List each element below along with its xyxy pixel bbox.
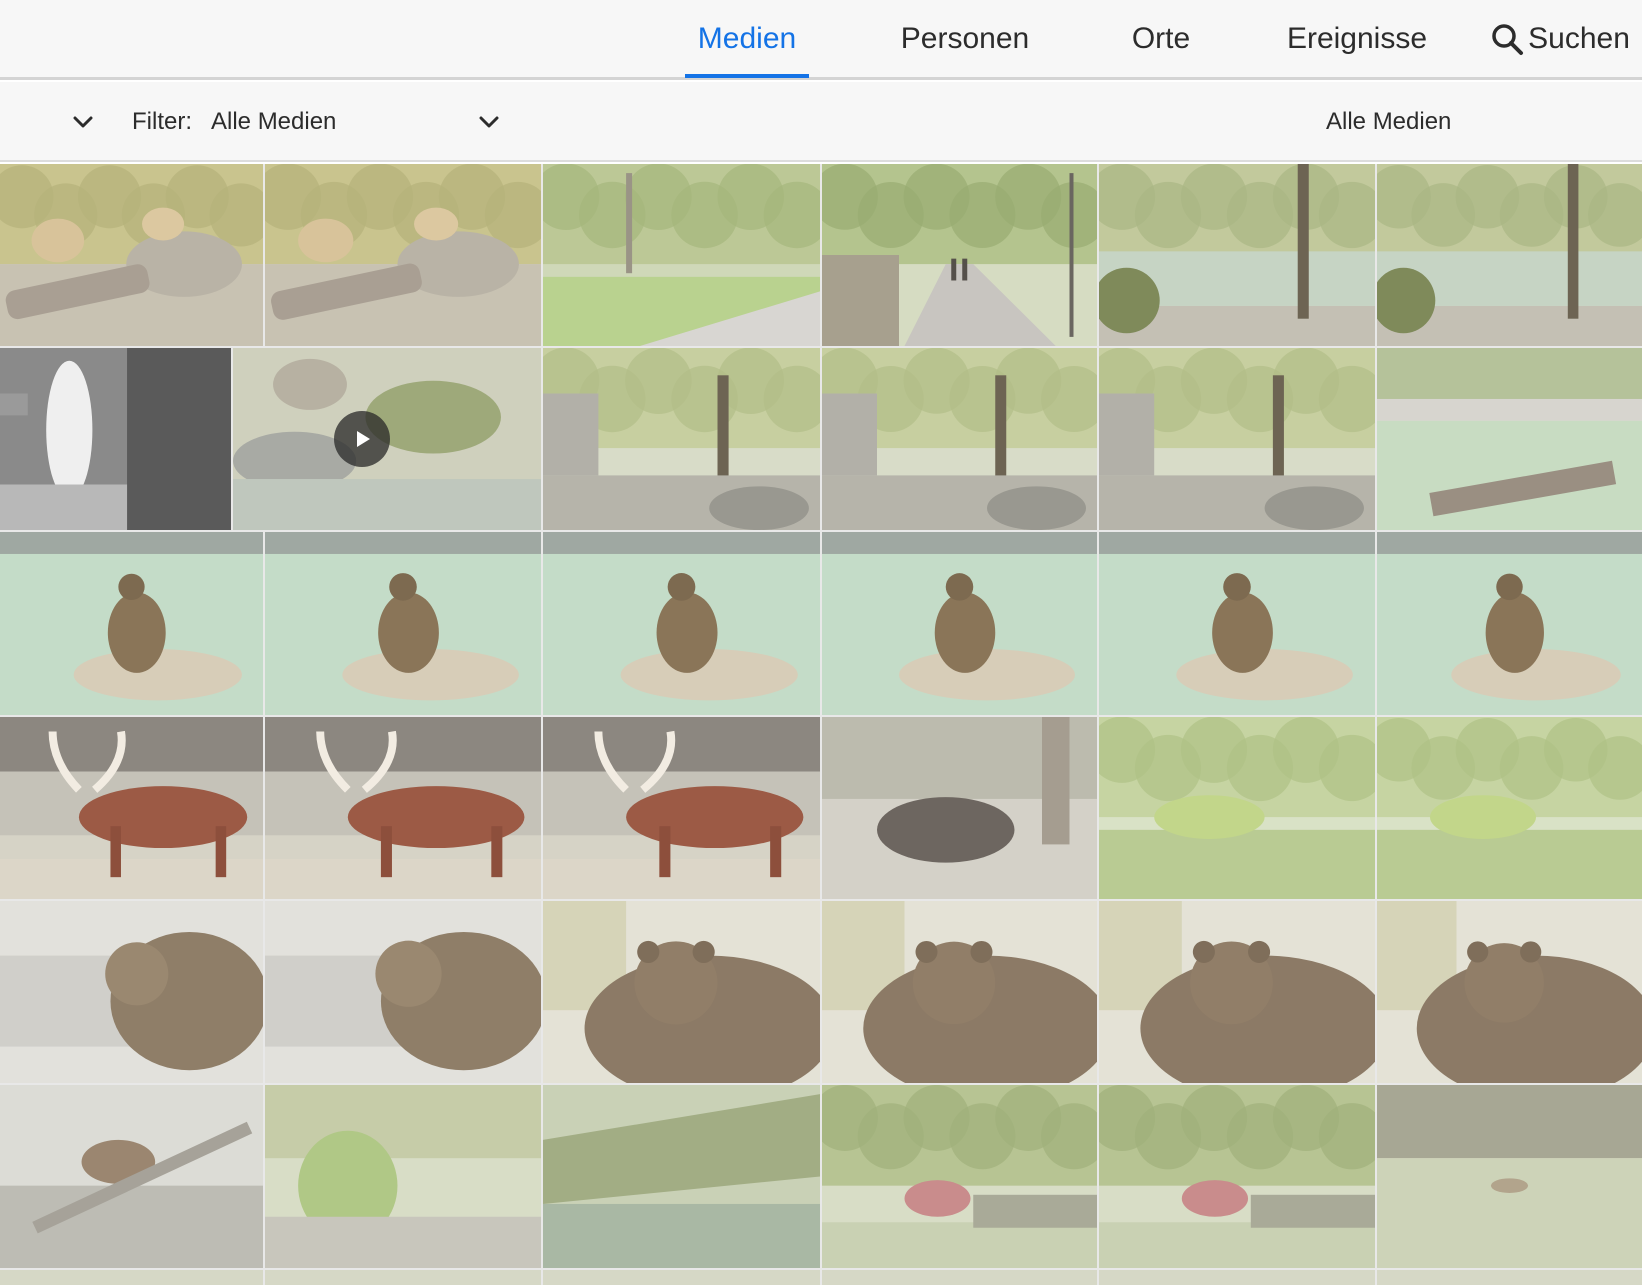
top-navigation: Medien Personen Orte Ereignisse Suchen <box>0 0 1642 80</box>
media-thumbnail[interactable] <box>1377 532 1642 715</box>
media-thumbnail[interactable] <box>822 901 1097 1083</box>
media-thumbnail[interactable] <box>543 1085 820 1268</box>
media-thumbnail[interactable] <box>1099 164 1375 346</box>
media-thumbnail[interactable] <box>0 348 231 530</box>
tab-orte[interactable]: Orte <box>1115 0 1207 78</box>
media-thumbnail[interactable] <box>1099 901 1375 1083</box>
media-thumbnail[interactable] <box>822 348 1097 530</box>
tab-ereignisse[interactable]: Ereignisse <box>1277 0 1437 78</box>
tab-suchen[interactable]: Suchen <box>1485 0 1635 78</box>
media-thumbnail[interactable] <box>1377 717 1642 899</box>
chevron-down-icon[interactable] <box>67 106 99 138</box>
filter-dropdown-value[interactable]: Alle Medien <box>211 108 336 136</box>
media-thumbnail[interactable] <box>1377 348 1642 530</box>
media-thumbnail[interactable] <box>1377 1085 1642 1268</box>
play-icon[interactable] <box>334 411 391 467</box>
media-thumbnail[interactable] <box>822 164 1097 346</box>
media-thumbnail[interactable] <box>543 348 820 530</box>
media-thumbnail[interactable] <box>1377 164 1642 346</box>
media-thumbnail[interactable] <box>1377 1270 1642 1285</box>
active-tab-indicator <box>685 74 809 78</box>
media-thumbnail[interactable] <box>0 717 263 899</box>
media-thumbnail[interactable] <box>822 717 1097 899</box>
filter-label: Filter: <box>132 108 192 135</box>
media-thumbnail[interactable] <box>265 717 541 899</box>
media-thumbnail[interactable] <box>265 1270 541 1285</box>
tab-label: Suchen <box>1528 22 1630 55</box>
current-filter-label: Alle Medien <box>1326 108 1452 135</box>
tab-label: Orte <box>1131 22 1191 55</box>
search-icon <box>1492 24 1524 55</box>
tab-label: Personen <box>900 22 1030 55</box>
media-thumbnail[interactable] <box>265 532 541 715</box>
media-thumbnail[interactable] <box>0 1270 263 1285</box>
media-thumbnail[interactable] <box>265 164 541 346</box>
media-thumbnail[interactable] <box>265 901 541 1083</box>
media-thumbnail[interactable] <box>822 1085 1097 1268</box>
media-thumbnail[interactable] <box>543 717 820 899</box>
media-thumbnail[interactable] <box>0 164 263 346</box>
chevron-down-icon[interactable] <box>473 106 505 138</box>
media-thumbnail[interactable] <box>822 532 1097 715</box>
media-thumbnail[interactable] <box>543 901 820 1083</box>
tab-medien[interactable]: Medien <box>685 0 809 78</box>
media-thumbnail[interactable] <box>1099 717 1375 899</box>
tab-label: Ereignisse <box>1286 22 1428 55</box>
media-thumbnail[interactable] <box>1099 348 1375 530</box>
media-thumbnail[interactable] <box>822 1270 1097 1285</box>
media-thumbnail[interactable] <box>1099 1085 1375 1268</box>
media-thumbnail[interactable] <box>0 532 263 715</box>
media-grid <box>0 164 1642 1285</box>
media-thumbnail[interactable] <box>233 348 541 530</box>
media-thumbnail[interactable] <box>0 1085 263 1268</box>
media-thumbnail[interactable] <box>0 901 263 1083</box>
filter-bar: Filter: Alle Medien Alle Medien <box>0 82 1642 162</box>
media-thumbnail[interactable] <box>543 1270 820 1285</box>
media-thumbnail[interactable] <box>1099 532 1375 715</box>
tab-label: Medien <box>697 22 797 55</box>
media-thumbnail[interactable] <box>1099 1270 1375 1285</box>
tab-personen[interactable]: Personen <box>885 0 1045 78</box>
media-thumbnail[interactable] <box>543 164 820 346</box>
media-thumbnail[interactable] <box>265 1085 541 1268</box>
media-thumbnail[interactable] <box>1377 901 1642 1083</box>
media-thumbnail[interactable] <box>543 532 820 715</box>
